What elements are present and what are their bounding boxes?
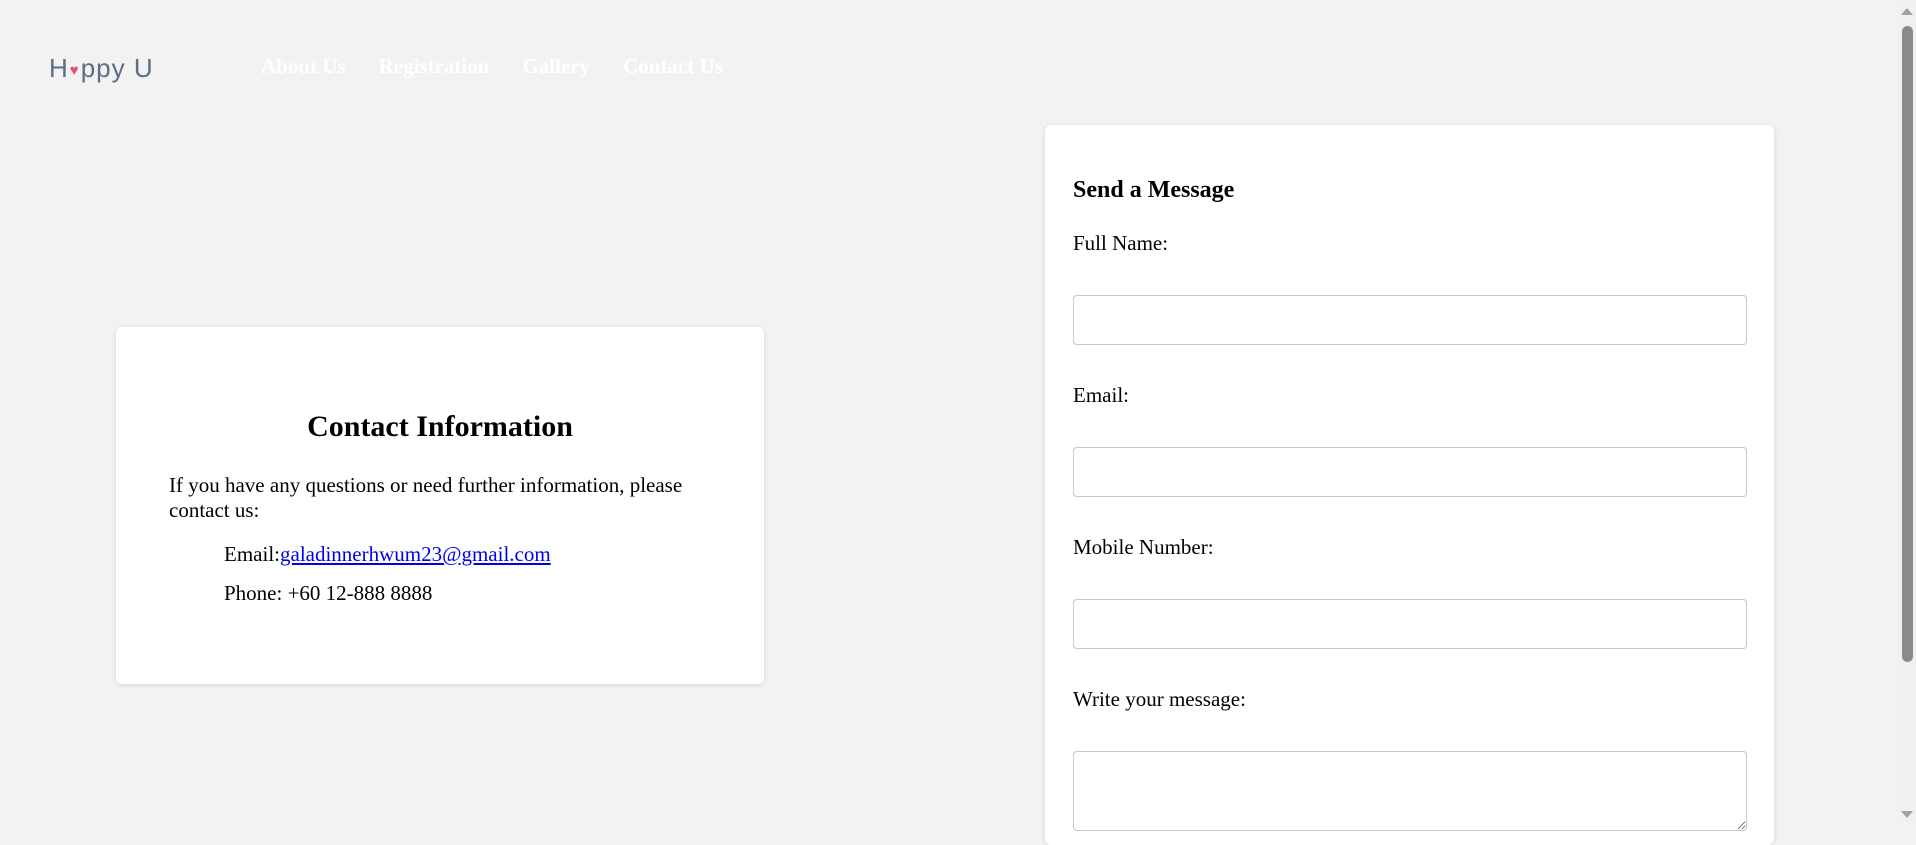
nav-registration[interactable]: Registration <box>379 54 490 79</box>
logo-text-prefix: H <box>49 52 69 83</box>
contact-info-description: If you have any questions or need furthe… <box>169 473 683 522</box>
nav-about-us[interactable]: About Us <box>261 54 346 79</box>
heart-icon: ♥ <box>69 61 80 79</box>
contact-info-card: Contact Information If you have any ques… <box>116 327 764 684</box>
mobile-number-input[interactable] <box>1073 599 1747 649</box>
email-input[interactable] <box>1073 447 1747 497</box>
full-name-input[interactable] <box>1073 295 1747 345</box>
mobile-number-label: Mobile Number: <box>1073 535 1214 559</box>
form-title: Send a Message <box>1073 177 1235 203</box>
send-message-form: Send a Message Full Name: Email: Mobile … <box>1045 125 1774 845</box>
scroll-down-arrow-icon[interactable] <box>1901 811 1913 818</box>
contact-phone: Phone: +60 12-888 8888 <box>224 581 433 605</box>
message-textarea[interactable] <box>1073 751 1747 831</box>
scroll-up-arrow-icon[interactable] <box>1901 8 1913 15</box>
logo[interactable]: H ♥ ppy U <box>49 52 154 84</box>
contact-info-title: Contact Information <box>307 410 573 443</box>
logo-text-suffix: ppy U <box>80 52 154 83</box>
email-label: Email: <box>1073 383 1129 407</box>
nav-contact-us[interactable]: Contact Us <box>623 54 723 79</box>
scrollbar-thumb[interactable] <box>1902 26 1913 662</box>
full-name-label: Full Name: <box>1073 231 1169 255</box>
contact-email-line: Email:galadinnerhwum23@gmail.com <box>224 542 551 567</box>
main-nav: About Us Registration Gallery Contact Us <box>261 54 723 79</box>
contact-email-link[interactable]: galadinnerhwum23@gmail.com <box>280 542 551 566</box>
nav-gallery[interactable]: Gallery <box>522 54 590 79</box>
contact-email-label: Email: <box>224 542 280 566</box>
page-scrollbar[interactable] <box>1898 0 1916 820</box>
message-label: Write your message: <box>1073 687 1246 711</box>
